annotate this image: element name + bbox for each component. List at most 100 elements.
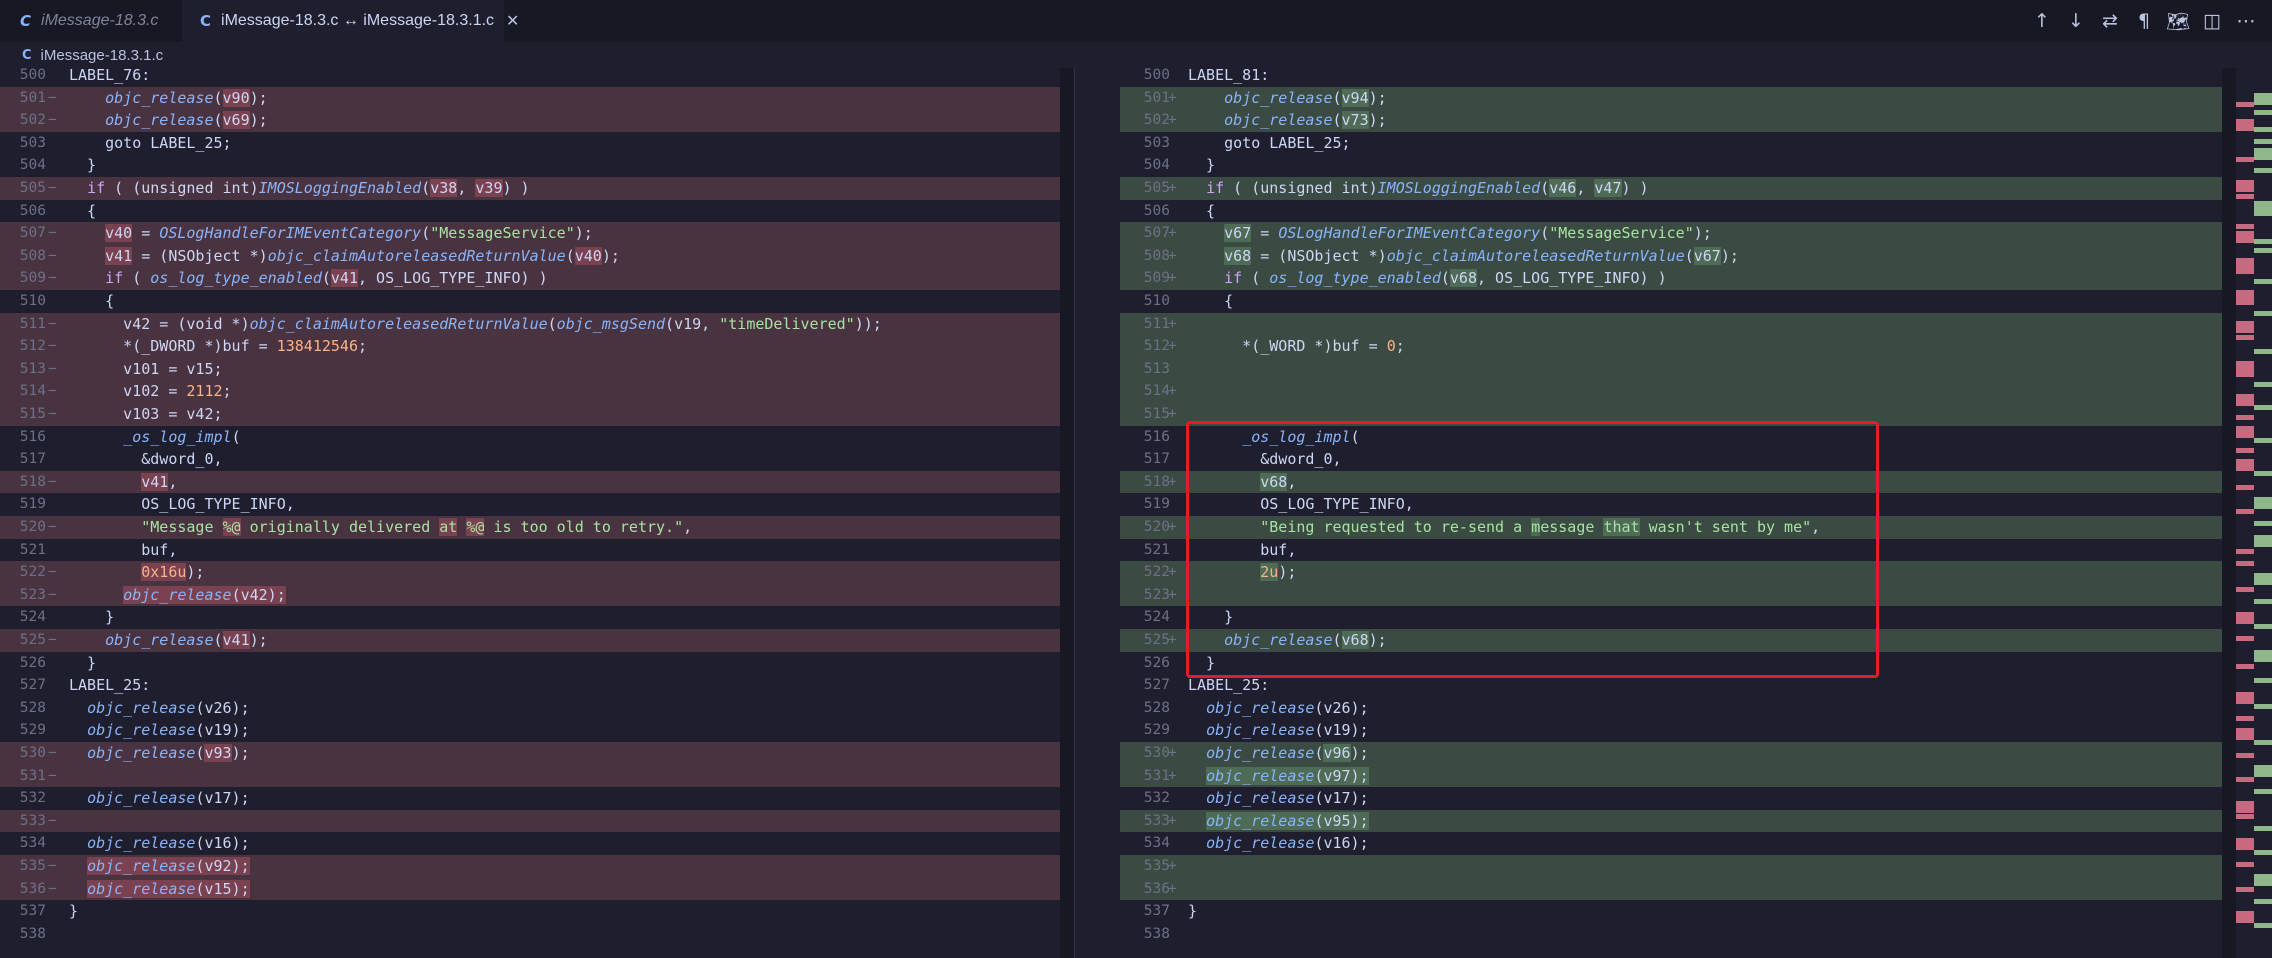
left-code-line[interactable]: 507− v40 = OSLogHandleForIMEventCategory… — [0, 222, 1060, 245]
left-code-line[interactable]: 532 objc_release(v17); — [0, 787, 1060, 810]
code-text[interactable]: objc_release(v19); — [69, 719, 1060, 742]
code-text[interactable]: } — [69, 154, 1060, 177]
left-code-line[interactable]: 510 { — [0, 290, 1060, 313]
code-text[interactable]: objc_release(v92); — [69, 855, 1060, 878]
left-code-line[interactable]: 514− v102 = 2112; — [0, 380, 1060, 403]
code-text[interactable]: { — [1188, 200, 2222, 223]
breadcrumb[interactable]: C iMessage-18.3.1.c — [22, 42, 163, 68]
right-code-line[interactable]: 534 objc_release(v16); — [1120, 832, 2222, 855]
left-code-line[interactable]: 528 objc_release(v26); — [0, 697, 1060, 720]
code-text[interactable]: LABEL_81: — [1188, 68, 2222, 87]
right-code-line[interactable]: 504 } — [1120, 154, 2222, 177]
left-code-line[interactable]: 508− v41 = (NSObject *)objc_claimAutorel… — [0, 244, 1060, 268]
code-text[interactable]: goto LABEL_25; — [1188, 132, 2222, 155]
code-text[interactable]: if ( (unsigned int)IMOSLoggingEnabled(v3… — [69, 177, 1060, 200]
left-code-line[interactable]: 517 &dword_0, — [0, 448, 1060, 471]
more-actions-icon[interactable]: ⋯ — [2234, 10, 2258, 32]
left-code-line[interactable]: 501− objc_release(v90); — [0, 86, 1060, 110]
left-code-line[interactable]: 529 objc_release(v19); — [0, 719, 1060, 742]
code-text[interactable]: if ( os_log_type_enabled(v41, OS_LOG_TYP… — [69, 267, 1060, 290]
code-text[interactable]: LABEL_76: — [69, 68, 1060, 87]
code-text[interactable]: OS_LOG_TYPE_INFO, — [69, 493, 1060, 516]
left-code-line[interactable]: 513− v101 = v15; — [0, 357, 1060, 381]
right-code-line[interactable]: 501 + objc_release(v94); — [1120, 86, 2222, 110]
left-code-line[interactable]: 535− objc_release(v92); — [0, 855, 1060, 878]
code-text[interactable]: objc_release(v17); — [69, 787, 1060, 810]
right-code-line[interactable]: 513 — [1120, 357, 2222, 381]
code-text[interactable]: v41, — [69, 471, 1060, 494]
breadcrumb-file[interactable]: iMessage-18.3.1.c — [41, 47, 164, 64]
right-code-line[interactable]: 505 + if ( (unsigned int)IMOSLoggingEnabl… — [1120, 177, 2222, 200]
code-text[interactable]: objc_release(v16); — [69, 832, 1060, 855]
code-text[interactable]: objc_release(v97); — [1188, 765, 2222, 788]
left-code-line[interactable]: 504 } — [0, 154, 1060, 177]
left-code-line[interactable]: 512− *(_DWORD *)buf = 138412546; — [0, 335, 1060, 358]
code-text[interactable]: v40 = OSLogHandleForIMEventCategory("Mes… — [69, 222, 1060, 245]
left-code-line[interactable]: 527 LABEL_25: — [0, 674, 1060, 697]
code-text[interactable]: LABEL_25: — [69, 674, 1060, 697]
left-code-line[interactable]: 518− v41, — [0, 470, 1060, 494]
code-text[interactable]: *(_DWORD *)buf = 138412546; — [69, 335, 1060, 358]
code-text[interactable]: } — [69, 900, 1060, 923]
right-code-line[interactable]: 538 — [1120, 923, 2222, 946]
code-text[interactable]: objc_release(v42); — [69, 584, 1060, 607]
right-code-line[interactable]: 528 objc_release(v26); — [1120, 697, 2222, 720]
left-code-line[interactable]: 503 goto LABEL_25; — [0, 132, 1060, 155]
code-text[interactable]: buf, — [69, 539, 1060, 562]
left-code-line[interactable]: 521 buf, — [0, 539, 1060, 562]
code-text[interactable]: objc_release(v41); — [69, 629, 1060, 652]
left-code-line[interactable]: 519 OS_LOG_TYPE_INFO, — [0, 493, 1060, 516]
left-code-line[interactable]: 533− — [0, 809, 1060, 833]
left-code-line[interactable]: 534 objc_release(v16); — [0, 832, 1060, 855]
left-code-line[interactable]: 526 } — [0, 652, 1060, 675]
original-editor-pane[interactable]: 500 LABEL_76: 501− objc_release(v90); 502− … — [0, 68, 1060, 958]
left-code-line[interactable]: 531− — [0, 764, 1060, 788]
code-text[interactable]: _os_log_impl( — [69, 426, 1060, 449]
code-text[interactable]: v41 = (NSObject *)objc_claimAutoreleased… — [69, 245, 1060, 268]
code-text[interactable]: objc_release(v16); — [1188, 832, 2222, 855]
code-text[interactable]: objc_release(v15); — [69, 878, 1060, 901]
code-text[interactable]: goto LABEL_25; — [69, 132, 1060, 155]
right-code-line[interactable]: 511 + — [1120, 312, 2222, 336]
code-text[interactable]: "Message %@ originally delivered at %@ i… — [69, 516, 1060, 539]
next-change-icon[interactable]: ↓ — [2064, 10, 2088, 32]
code-text[interactable]: objc_release(v73); — [1188, 109, 2222, 132]
code-text[interactable]: { — [1188, 290, 2222, 313]
right-code-line[interactable]: 530 + objc_release(v96); — [1120, 742, 2222, 765]
code-text[interactable]: v101 = v15; — [69, 358, 1060, 381]
left-code-line[interactable]: 505− if ( (unsigned int)IMOSLoggingEnabl… — [0, 177, 1060, 200]
left-code-line[interactable]: 525− objc_release(v41); — [0, 629, 1060, 652]
right-scrollbar[interactable] — [2222, 68, 2236, 958]
left-code-line[interactable]: 538 — [0, 923, 1060, 946]
open-map-icon[interactable]: 🗺 — [2166, 10, 2190, 33]
right-code-line[interactable]: 533 + objc_release(v95); — [1120, 809, 2222, 833]
left-code-line[interactable]: 509− if ( os_log_type_enabled(v41, OS_LO… — [0, 267, 1060, 290]
code-text[interactable]: { — [69, 200, 1060, 223]
code-text[interactable]: v68 = (NSObject *)objc_claimAutoreleased… — [1188, 245, 2222, 268]
previous-change-icon[interactable]: ↑ — [2030, 10, 2054, 32]
right-code-line[interactable]: 507 + v67 = OSLogHandleForIMEventCategory… — [1120, 222, 2222, 245]
diff-overview-ruler[interactable] — [2236, 68, 2272, 958]
code-text[interactable]: objc_release(v94); — [1188, 87, 2222, 110]
right-code-line[interactable]: 509 + if ( os_log_type_enabled(v68, OS_LO… — [1120, 267, 2222, 290]
left-code-line[interactable]: 506 { — [0, 200, 1060, 223]
right-code-line[interactable]: 502 + objc_release(v73); — [1120, 109, 2222, 132]
right-code-line[interactable]: 508 + v68 = (NSObject *)objc_claimAutorel… — [1120, 244, 2222, 268]
left-code-line[interactable]: 530− objc_release(v93); — [0, 742, 1060, 765]
left-code-line[interactable]: 536− objc_release(v15); — [0, 877, 1060, 901]
code-text[interactable]: } — [1188, 900, 2222, 923]
code-text[interactable]: objc_release(v26); — [1188, 697, 2222, 720]
code-text[interactable]: 0x16u); — [69, 561, 1060, 584]
left-scrollbar[interactable] — [1060, 68, 1074, 958]
right-code-line[interactable]: 531 + objc_release(v97); — [1120, 764, 2222, 788]
right-code-line[interactable]: 514 + — [1120, 380, 2222, 403]
right-code-line[interactable]: 537} — [1120, 900, 2222, 923]
right-code-line[interactable]: 510 { — [1120, 290, 2222, 313]
code-text[interactable]: v42 = (void *)objc_claimAutoreleasedRetu… — [69, 313, 1060, 336]
right-code-line[interactable]: 535 + — [1120, 855, 2222, 878]
code-text[interactable]: objc_release(v19); — [1188, 719, 2222, 742]
left-code-line[interactable]: 537} — [0, 900, 1060, 923]
left-code-line[interactable]: 516 _os_log_impl( — [0, 426, 1060, 449]
code-text[interactable]: objc_release(v93); — [69, 742, 1060, 765]
code-text[interactable]: { — [69, 290, 1060, 313]
